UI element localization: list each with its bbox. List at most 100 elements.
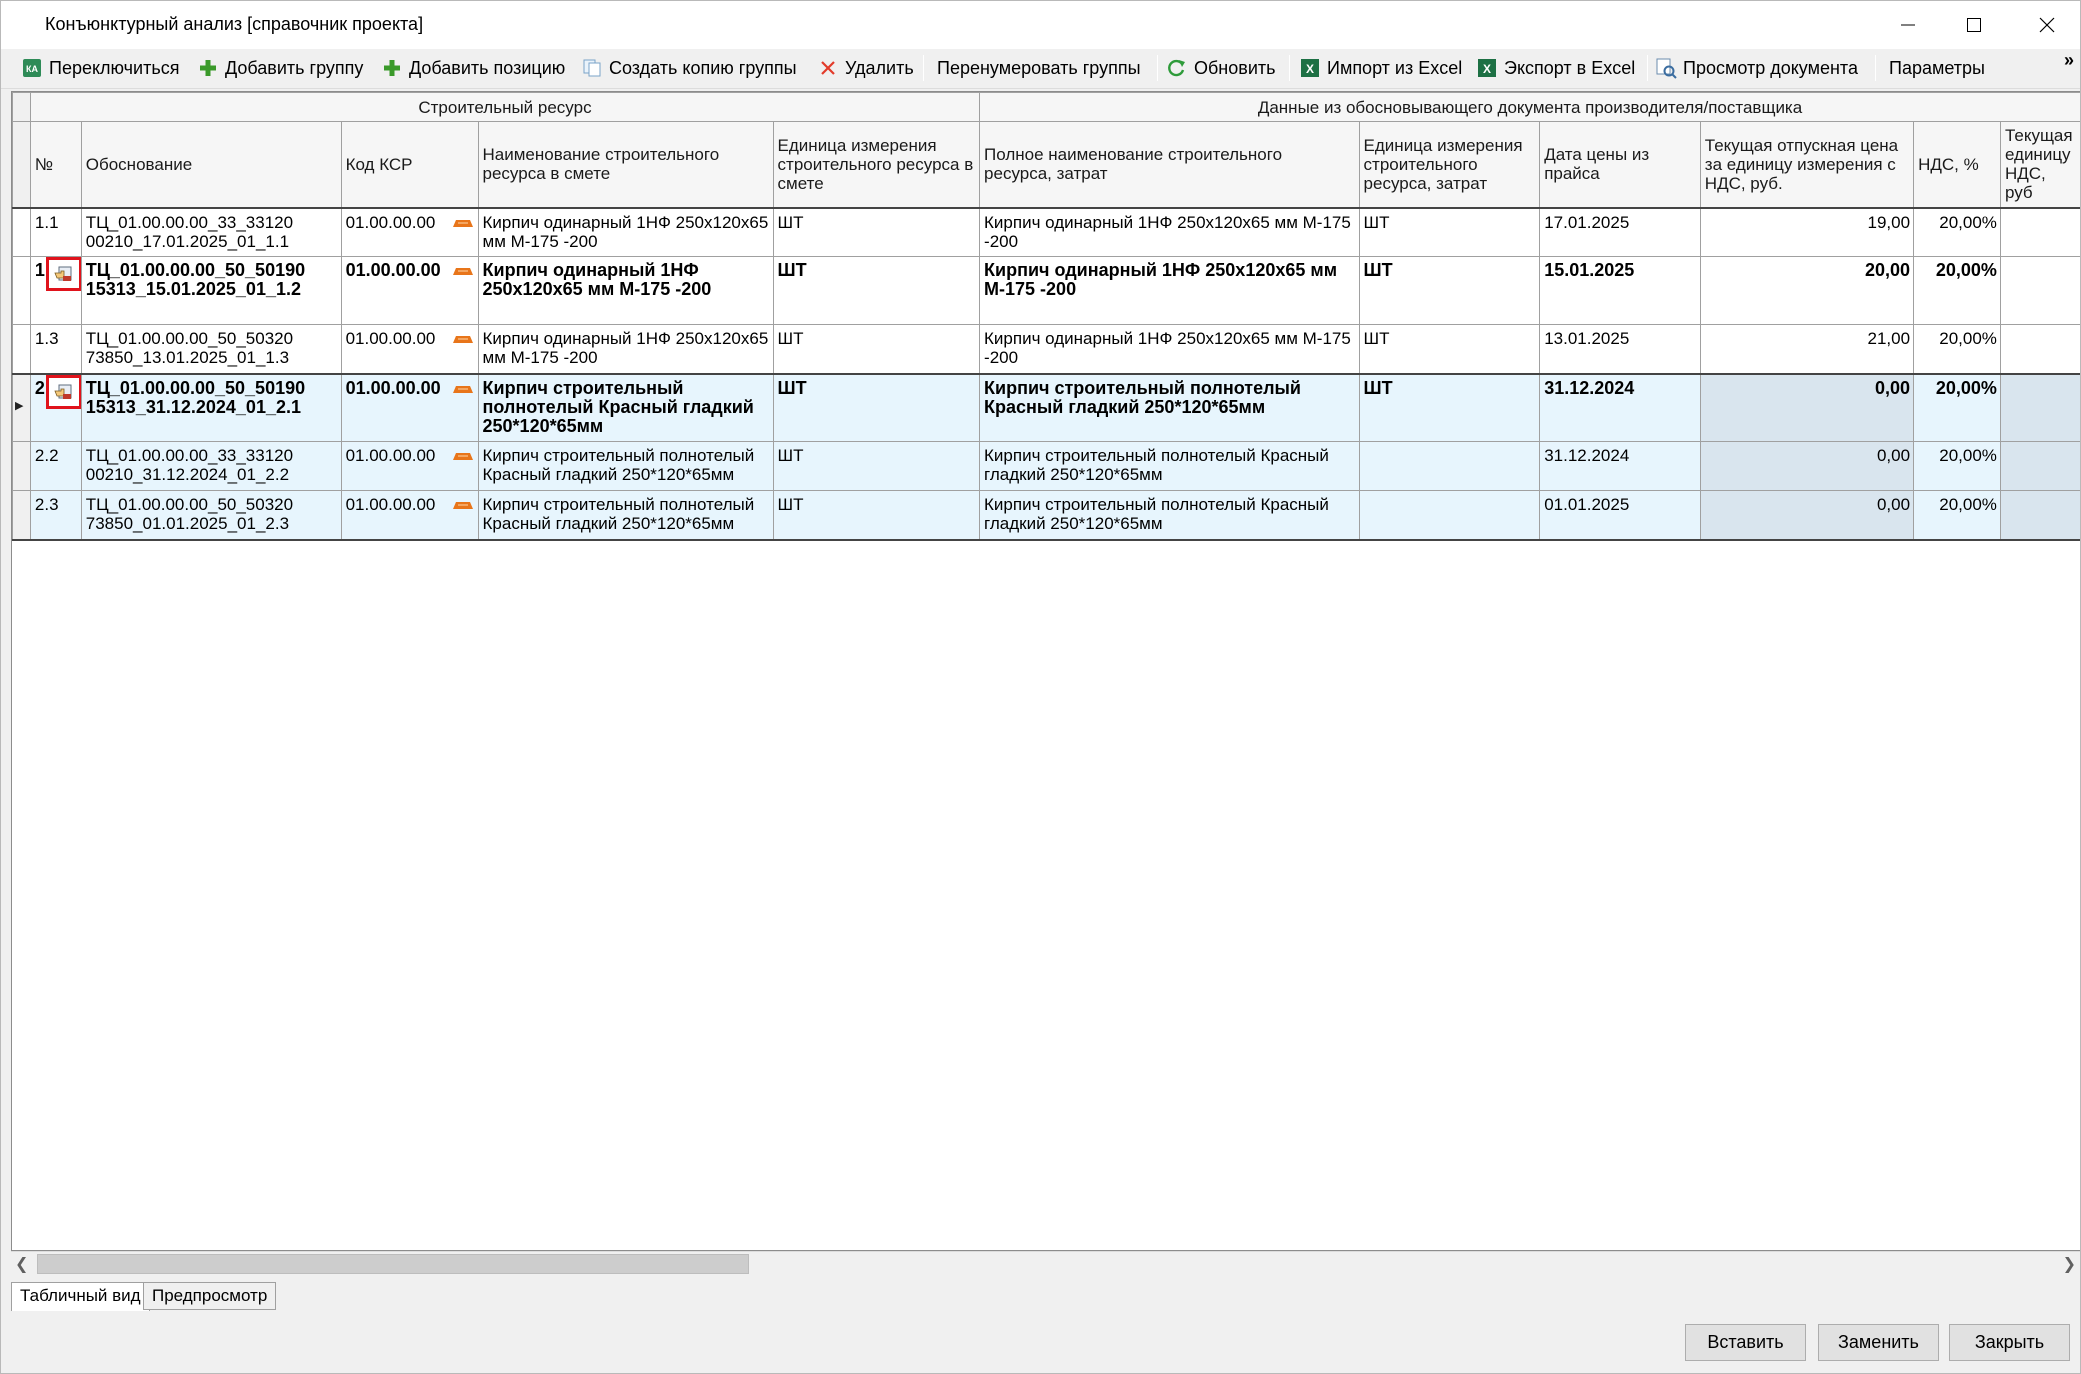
cell-price-date[interactable]: 31.12.2024 (1539, 372, 1701, 442)
cell-resource-name[interactable]: Кирпич одинарный 1НФ 250х120х65 мм М-175… (477, 206, 774, 257)
row-selector[interactable] (12, 256, 31, 325)
cell-number[interactable]: 2.2 (29, 441, 82, 491)
parameters-button[interactable]: Параметры (1889, 49, 1985, 87)
cell-vat[interactable]: 20,00% (1913, 206, 2001, 257)
close-button[interactable]: Закрыть (1949, 1324, 2070, 1361)
cell-number[interactable]: 1.3 (29, 324, 82, 374)
table-row[interactable]: 1.3 ТЦ_01.00.00.00_50_50320 73850_13.01.… (12, 324, 2080, 374)
cell-price-no-vat[interactable] (1999, 490, 2080, 541)
cell-unit-estimate[interactable]: ШТ (772, 490, 981, 541)
cell-resource-name[interactable]: Кирпич одинарный 1НФ 250х120х65 мм М-175… (477, 324, 774, 374)
cell-unit-cost[interactable]: ШТ (1358, 372, 1541, 442)
view-document-button[interactable]: Просмотр документа (1655, 49, 1858, 87)
cell-resource-name[interactable]: Кирпич строительный полнотелый Красный г… (477, 372, 774, 442)
cell-ksr-code[interactable]: 01.00.00.00 (340, 324, 479, 374)
cell-unit-estimate[interactable]: ШТ (772, 256, 981, 325)
cell-number[interactable]: 1.1 (29, 206, 82, 257)
cell-ksr-code[interactable]: 01.00.00.00 (340, 490, 479, 541)
cell-basis[interactable]: ТЦ_01.00.00.00_50_50190 15313_31.12.2024… (80, 372, 342, 442)
cell-price-with-vat[interactable]: 0,00 (1699, 490, 1915, 541)
cell-price-no-vat[interactable] (1999, 256, 2080, 325)
minimize-button[interactable] (1875, 1, 1941, 49)
table-row[interactable]: 1. ТЦ_01.00.00.00_50_50190 15313_15.01.2… (12, 256, 2080, 325)
cell-price-date[interactable]: 31.12.2024 (1539, 441, 1701, 491)
cell-price-no-vat[interactable] (1999, 206, 2080, 257)
cell-number[interactable]: 1. (29, 256, 82, 325)
row-selector[interactable] (12, 324, 31, 374)
insert-button[interactable]: Вставить (1685, 1324, 1806, 1361)
cell-full-name[interactable]: Кирпич строительный полнотелый Красный г… (979, 372, 1360, 442)
cell-vat[interactable]: 20,00% (1913, 324, 2001, 374)
cell-price-no-vat[interactable] (1999, 324, 2080, 374)
copy-group-button[interactable]: Создать копию группы (581, 49, 797, 87)
cell-unit-estimate[interactable]: ШТ (772, 324, 981, 374)
cell-basis[interactable]: ТЦ_01.00.00.00_33_33120 00210_17.01.2025… (80, 206, 342, 257)
cell-price-with-vat[interactable]: 19,00 (1699, 206, 1915, 257)
cell-basis[interactable]: ТЦ_01.00.00.00_50_50320 73850_13.01.2025… (80, 324, 342, 374)
col-header-ksr-code[interactable]: Код КСР (340, 121, 479, 208)
horizontal-scrollbar[interactable]: ❮ ❯ (11, 1251, 2080, 1275)
close-window-button[interactable] (2014, 1, 2080, 49)
table-row[interactable]: 2.2 ТЦ_01.00.00.00_33_33120 00210_31.12.… (12, 441, 2080, 491)
cell-basis[interactable]: ТЦ_01.00.00.00_50_50320 73850_01.01.2025… (80, 490, 342, 541)
cell-number[interactable]: 2.3 (29, 490, 82, 541)
tab-table-view[interactable]: Табличный вид (11, 1282, 150, 1311)
toolbar-overflow-button[interactable]: » (2064, 50, 2074, 71)
cell-vat[interactable]: 20,00% (1913, 490, 2001, 541)
cell-full-name[interactable]: Кирпич строительный полнотелый Красный г… (979, 441, 1360, 491)
cell-price-with-vat[interactable]: 0,00 (1699, 441, 1915, 491)
col-header-price-with-vat[interactable]: Текущая отпускная цена за единицу измере… (1699, 121, 1915, 208)
cell-price-date[interactable]: 15.01.2025 (1539, 256, 1701, 325)
replace-button[interactable]: Заменить (1818, 1324, 1939, 1361)
col-header-vat[interactable]: НДС, % (1913, 121, 2001, 208)
cell-vat[interactable]: 20,00% (1913, 441, 2001, 491)
cell-unit-estimate[interactable]: ШТ (772, 441, 981, 491)
cell-price-date[interactable]: 01.01.2025 (1539, 490, 1701, 541)
cell-unit-cost[interactable]: ШТ (1358, 256, 1541, 325)
scroll-right-icon[interactable]: ❯ (2063, 1254, 2076, 1274)
cell-ksr-code[interactable]: 01.00.00.00 (340, 441, 479, 491)
cell-full-name[interactable]: Кирпич одинарный 1НФ 250х120х65 мм М-175… (979, 256, 1360, 325)
cell-price-with-vat[interactable]: 0,00 (1699, 372, 1915, 442)
refresh-button[interactable]: Обновить (1166, 49, 1276, 87)
row-selector[interactable]: ▶ (12, 372, 31, 442)
col-header-unit-estimate[interactable]: Единица измерения строительного ресурса … (772, 121, 981, 208)
scroll-left-icon[interactable]: ❮ (15, 1254, 28, 1274)
cell-unit-cost[interactable] (1358, 441, 1541, 491)
import-excel-button[interactable]: X Импорт из Excel (1299, 49, 1462, 87)
table-row[interactable]: 2.3 ТЦ_01.00.00.00_50_50320 73850_01.01.… (12, 490, 2080, 541)
cell-price-no-vat[interactable] (1999, 441, 2080, 491)
table-row-selected[interactable]: ▶ 2. ТЦ_01.00.00.00_50_50190 15313_31.12… (12, 372, 2080, 442)
col-header-unit-cost[interactable]: Единица измерения строительного ресурса,… (1358, 121, 1541, 208)
cell-price-with-vat[interactable]: 20,00 (1699, 256, 1915, 325)
cell-price-with-vat[interactable]: 21,00 (1699, 324, 1915, 374)
cell-unit-cost[interactable]: ШТ (1358, 324, 1541, 374)
export-excel-button[interactable]: X Экспорт в Excel (1476, 49, 1635, 87)
switch-button[interactable]: КА Переключиться (21, 49, 179, 87)
maximize-button[interactable] (1941, 1, 2007, 49)
cell-ksr-code[interactable]: 01.00.00.00 (340, 256, 479, 325)
row-selector[interactable] (12, 490, 31, 541)
cell-basis[interactable]: ТЦ_01.00.00.00_50_50190 15313_15.01.2025… (80, 256, 342, 325)
cell-unit-estimate[interactable]: ШТ (772, 206, 981, 257)
col-header-price-no-vat[interactable]: Текущая единицу НДС, руб (1999, 121, 2080, 208)
cell-price-date[interactable]: 13.01.2025 (1539, 324, 1701, 374)
scrollbar-thumb[interactable] (37, 1254, 749, 1274)
cell-unit-cost[interactable] (1358, 490, 1541, 541)
cell-unit-estimate[interactable]: ШТ (772, 372, 981, 442)
cell-number[interactable]: 2. (29, 372, 82, 442)
cell-basis[interactable]: ТЦ_01.00.00.00_33_33120 00210_31.12.2024… (80, 441, 342, 491)
cell-resource-name[interactable]: Кирпич одинарный 1НФ 250х120х65 мм М-175… (477, 256, 774, 325)
cell-resource-name[interactable]: Кирпич строительный полнотелый Красный г… (477, 441, 774, 491)
cell-full-name[interactable]: Кирпич строительный полнотелый Красный г… (979, 490, 1360, 541)
col-header-number[interactable]: № (29, 121, 82, 208)
col-header-resource-name[interactable]: Наименование строительного ресурса в сме… (477, 121, 774, 208)
row-selector[interactable] (12, 206, 31, 257)
col-header-full-name[interactable]: Полное наименование строительного ресурс… (979, 121, 1360, 208)
cell-full-name[interactable]: Кирпич одинарный 1НФ 250х120х65 мм М-175… (979, 324, 1360, 374)
add-group-button[interactable]: Добавить группу (197, 49, 363, 87)
row-selector[interactable] (12, 441, 31, 491)
cell-ksr-code[interactable]: 01.00.00.00 (340, 206, 479, 257)
delete-button[interactable]: Удалить (817, 49, 914, 87)
table-row[interactable]: 1.1 ТЦ_01.00.00.00_33_33120 00210_17.01.… (12, 206, 2080, 257)
